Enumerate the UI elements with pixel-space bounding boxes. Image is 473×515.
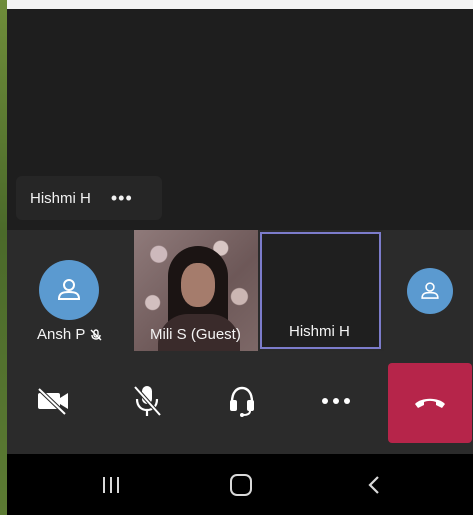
audio-options-button[interactable] — [202, 361, 282, 441]
participant-tile[interactable] — [384, 230, 473, 351]
top-status-strip — [7, 0, 473, 9]
headset-icon — [230, 386, 254, 417]
mic-muted-icon — [90, 328, 102, 340]
participant-name-row: Ansh P — [37, 326, 103, 343]
video-person-face — [181, 263, 215, 307]
recents-icon — [103, 477, 119, 493]
participant-name: Ansh P — [37, 326, 86, 343]
recents-button[interactable] — [91, 470, 131, 500]
speaker-name: Hishmi H — [30, 189, 91, 207]
hang-up-button[interactable] — [388, 363, 472, 443]
participant-video-tile[interactable]: Mili S (Guest) — [134, 230, 258, 351]
back-button[interactable] — [354, 470, 394, 500]
participant-strip: Ansh P Mili S (Guest) Hishmi H — [7, 230, 473, 351]
camera-toggle-button[interactable] — [13, 361, 93, 441]
mic-off-icon — [133, 385, 162, 417]
avatar — [407, 268, 453, 314]
more-icon — [322, 398, 350, 404]
mic-toggle-button[interactable] — [107, 361, 187, 441]
person-icon — [57, 279, 81, 300]
more-actions-button[interactable] — [296, 361, 376, 441]
participant-name: Mili S (Guest) — [150, 326, 241, 343]
home-icon — [230, 474, 252, 496]
back-icon — [368, 476, 379, 494]
hang-up-icon — [415, 398, 445, 408]
participant-tile-active[interactable]: Hishmi H — [260, 232, 381, 349]
person-icon — [421, 282, 439, 299]
background-edge — [0, 0, 7, 515]
participant-name: Hishmi H — [289, 323, 350, 340]
system-navigation-bar — [7, 454, 473, 515]
speaker-name-chip[interactable]: Hishmi H ••• — [16, 176, 162, 220]
video-off-icon — [37, 387, 68, 416]
main-video-stage: Hishmi H ••• — [7, 9, 473, 230]
more-options-icon[interactable]: ••• — [111, 189, 133, 207]
call-controls — [7, 351, 473, 454]
participant-tile[interactable]: Ansh P — [7, 230, 133, 351]
avatar — [39, 260, 99, 320]
home-button[interactable] — [221, 470, 261, 500]
